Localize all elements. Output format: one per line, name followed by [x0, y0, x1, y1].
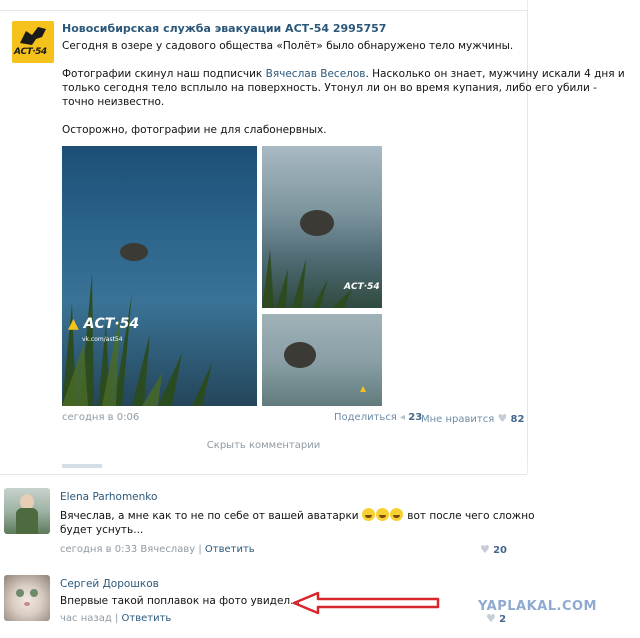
comment-text-fragment: вот после чего сложно: [403, 510, 535, 522]
avatar-body: [16, 508, 38, 534]
share-button[interactable]: Поделиться ◂ 23: [334, 412, 422, 423]
reply-link[interactable]: Ответить: [205, 544, 255, 555]
comment-text-fragment: Вячеслав, а мне как то не по себе от ваш…: [60, 510, 359, 522]
post-text-fragment: . Насколько он знает, мужчину искали 4 д…: [365, 68, 625, 80]
floating-object: [284, 342, 316, 368]
photo-watermark: ▲: [360, 384, 366, 393]
avatar[interactable]: [4, 575, 50, 621]
comment-like-count: 2: [499, 614, 507, 625]
red-arrow-annotation: [292, 591, 440, 615]
heart-icon: ♥: [480, 543, 490, 556]
post-text-line: Фотографии скинул наш подписчик Вячеслав…: [62, 68, 625, 80]
avatar-eye: [30, 589, 38, 597]
comment-like-count: 20: [493, 545, 507, 556]
grass-image: [62, 273, 212, 406]
eagle-icon: ▲: [68, 316, 79, 332]
post-text-line: только сегодня тело всплыло на поверхнос…: [62, 82, 597, 94]
avatar-nose: [24, 602, 30, 606]
post-photo-1[interactable]: ▲ АСТ·54 vk.com/ast54: [62, 146, 257, 406]
post-time[interactable]: сегодня в 0:06: [62, 412, 139, 423]
post-text-line: Сегодня в озере у садового общества «Пол…: [62, 40, 514, 52]
photo-watermark-text: АСТ·54: [83, 316, 140, 332]
comment-text: Вячеслав, а мне как то не по себе от ваш…: [60, 508, 535, 522]
heart-icon: ♥: [497, 412, 508, 425]
photo-watermark-text: АСТ·54: [344, 282, 380, 292]
separator: |: [198, 544, 202, 555]
comment-author-link[interactable]: Сергей Дорошков: [60, 578, 159, 590]
comment-time[interactable]: сегодня в 0:33 Вячеславу: [60, 544, 195, 555]
divider: [62, 464, 102, 468]
post-photo-2[interactable]: АСТ·54: [262, 146, 382, 308]
like-button[interactable]: Мне нравится ♥ 82: [421, 412, 524, 425]
like-count: 82: [510, 414, 525, 425]
post-text-line: точно неизвестно.: [62, 96, 165, 108]
subscriber-link[interactable]: Вячеслав Веселов: [266, 68, 366, 80]
photo-watermark-small: vk.com/ast54: [82, 336, 123, 343]
floating-object: [300, 210, 334, 236]
share-icon: ◂: [400, 412, 406, 423]
post-text-fragment: Фотографии скинул наш подписчик: [62, 68, 266, 80]
comment-time[interactable]: час назад: [60, 613, 112, 624]
comment-meta: час назад | Ответить: [60, 613, 171, 624]
avatar[interactable]: [4, 488, 50, 534]
reply-link[interactable]: Ответить: [122, 613, 172, 624]
like-label: Мне нравится: [421, 414, 495, 425]
site-watermark: YAPLAKAL.COM: [478, 599, 597, 614]
share-label: Поделиться: [334, 412, 397, 423]
avatar-eye: [16, 589, 24, 597]
post-author-link[interactable]: Новосибирская служба эвакуации АСТ-54 29…: [62, 22, 386, 35]
post-photo-3[interactable]: ▲: [262, 314, 382, 406]
photo-watermark: АСТ·54: [344, 282, 380, 292]
eagle-icon: ▲: [360, 384, 367, 393]
comment-meta: сегодня в 0:33 Вячеславу | Ответить: [60, 544, 255, 555]
hide-comments-link[interactable]: Скрыть комментарии: [0, 440, 527, 451]
comment-text-line: будет уснуть...: [60, 524, 144, 536]
floating-object: [120, 243, 148, 261]
post-text-line: Осторожно, фотографии не для слабонервны…: [62, 124, 327, 136]
photo-watermark: ▲ АСТ·54: [68, 316, 139, 332]
separator: |: [114, 613, 119, 624]
comment-author-link[interactable]: Elena Parhomenko: [60, 491, 157, 503]
emoji-laugh-icon: [361, 508, 404, 522]
community-logo[interactable]: АСТ·54: [12, 21, 54, 63]
logo-text: АСТ·54: [14, 47, 47, 57]
comment-text: Впервые такой поплавок на фото увидел...: [60, 595, 301, 607]
comment-like-button[interactable]: ♥ 20: [480, 543, 507, 556]
